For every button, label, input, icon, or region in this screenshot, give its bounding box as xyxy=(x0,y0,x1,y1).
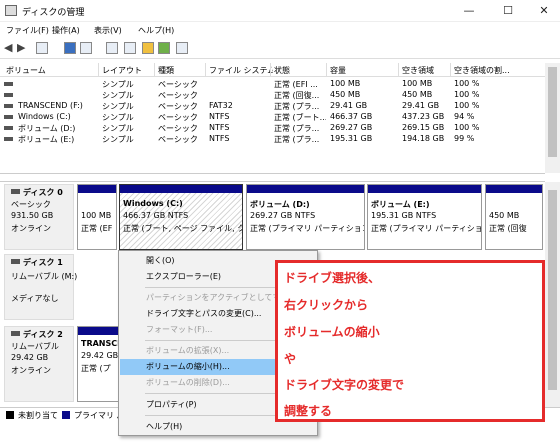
drive-icon xyxy=(4,104,13,108)
annotation-line-4: や xyxy=(284,352,297,366)
drive-icon xyxy=(4,126,13,130)
new-icon[interactable] xyxy=(142,42,154,54)
menu-view[interactable]: 表示(V) xyxy=(94,25,122,36)
annotation-line-2: 右クリックから xyxy=(284,298,369,312)
add-icon[interactable] xyxy=(158,42,170,54)
back-arrow-icon[interactable]: ◀ xyxy=(4,41,12,54)
partition-volume-e[interactable]: ボリューム (E:) 195.31 GB NTFS 正常 (プライマリ パーティ… xyxy=(367,184,482,250)
forward-arrow-icon[interactable]: ▶ xyxy=(17,41,25,54)
partition-recovery[interactable]: 450 MB 正常 (回復 xyxy=(485,184,543,250)
menu-action[interactable]: 操作(A) xyxy=(52,25,80,36)
properties-icon[interactable] xyxy=(176,42,188,54)
col-layout[interactable]: レイアウト xyxy=(102,65,152,76)
annotation-line-3: ボリュームの縮小 xyxy=(284,325,380,339)
annotation-box: ドライブ選択後、 右クリックから ボリュームの縮小 や ドライブ文字の変更で 調… xyxy=(275,260,545,422)
primary-swatch xyxy=(62,411,70,419)
legend-primary: プライマリ パ xyxy=(74,411,125,420)
menu-file[interactable]: ファイル(F) xyxy=(6,25,49,36)
volume-list-header: ボリューム レイアウト 種類 ファイル システム 状態 容量 空き領域 空き領域… xyxy=(0,63,545,77)
table-row[interactable]: シンプル ベーシック 正常 (回復... 450 MB 450 MB 100 % xyxy=(0,90,545,101)
disk-management-icon xyxy=(5,5,17,16)
table-row[interactable]: ボリューム (D:) シンプル ベーシック NTFS 正常 (プラ... 269… xyxy=(0,123,545,134)
help-icon[interactable] xyxy=(64,42,76,54)
legend-unallocated: 未割り当て xyxy=(18,411,58,420)
drive-icon xyxy=(4,137,13,141)
disk-icon xyxy=(11,189,20,194)
maximize-button[interactable]: ☐ xyxy=(494,3,522,19)
col-type[interactable]: 種類 xyxy=(158,65,206,76)
col-free-space[interactable]: 空き領域 xyxy=(402,65,448,76)
annotation-line-1: ドライブ選択後、 xyxy=(284,271,381,285)
col-capacity[interactable]: 容量 xyxy=(330,65,396,76)
annotation-line-6: 調整する xyxy=(284,404,333,418)
partition-efi[interactable]: 100 MB 正常 (EF xyxy=(77,184,117,250)
close-button[interactable]: ✕ xyxy=(530,3,558,19)
drive-icon xyxy=(4,115,13,119)
disk-1-label[interactable]: ディスク 1 リムーバブル (M:) メディアなし xyxy=(4,254,77,320)
disk-icon xyxy=(11,259,20,264)
volume-list-scrollbar[interactable] xyxy=(545,63,560,173)
col-filesystem[interactable]: ファイル システム xyxy=(209,65,273,76)
annotation-line-5: ドライブ文字の変更で xyxy=(284,378,405,392)
table-row[interactable]: Windows (C:) シンプル ベーシック NTFS 正常 (ブート... … xyxy=(0,112,545,123)
minimize-button[interactable]: — xyxy=(455,3,483,19)
disk-view-scrollbar[interactable] xyxy=(545,182,560,407)
partition-windows-c[interactable]: Windows (C:) 466.37 GB NTFS 正常 (ブート, ページ… xyxy=(119,184,243,250)
list-icon[interactable] xyxy=(80,42,92,54)
table-row[interactable]: TRANSCEND (F:) シンプル ベーシック FAT32 正常 (プラ..… xyxy=(0,101,545,112)
disk-0-label[interactable]: ディスク 0 ベーシック 931.50 GB オンライン xyxy=(4,184,74,250)
col-free-percent[interactable]: 空き領域の割... xyxy=(454,65,544,76)
table-row[interactable]: ボリューム (E:) シンプル ベーシック NTFS 正常 (プラ... 195… xyxy=(0,134,545,145)
menu-help[interactable]: ヘルプ(H) xyxy=(138,25,174,36)
drive-icon xyxy=(4,93,13,97)
table-row[interactable]: シンプル ベーシック 正常 (EFI ... 100 MB 100 MB 100… xyxy=(0,79,545,90)
title-bar: ディスクの管理 — ☐ ✕ xyxy=(0,0,560,22)
disk-1-name: ディスク 1 xyxy=(23,258,63,267)
drive-icon xyxy=(4,82,13,86)
col-status[interactable]: 状態 xyxy=(274,65,324,76)
partition-volume-d[interactable]: ボリューム (D:) 269.27 GB NTFS 正常 (プライマリ パーティ… xyxy=(246,184,365,250)
menu-bar: ファイル(F) 操作(A) 表示(V) ヘルプ(H) xyxy=(0,22,560,38)
disk-2-name: ディスク 2 xyxy=(23,330,63,339)
pane-splitter[interactable] xyxy=(0,173,545,182)
disk-icon[interactable] xyxy=(106,42,118,54)
window-title: ディスクの管理 xyxy=(22,8,85,18)
console-icon[interactable] xyxy=(36,42,48,54)
disk-0-name: ディスク 0 xyxy=(23,188,63,197)
check-icon[interactable] xyxy=(124,42,136,54)
disk-icon xyxy=(11,331,20,336)
toolbar: ◀ ▶ xyxy=(0,39,560,59)
unallocated-swatch xyxy=(6,411,14,419)
col-volume[interactable]: ボリューム xyxy=(6,65,96,76)
disk-2-label[interactable]: ディスク 2 リムーバブル 29.42 GB オンライン xyxy=(4,326,74,402)
